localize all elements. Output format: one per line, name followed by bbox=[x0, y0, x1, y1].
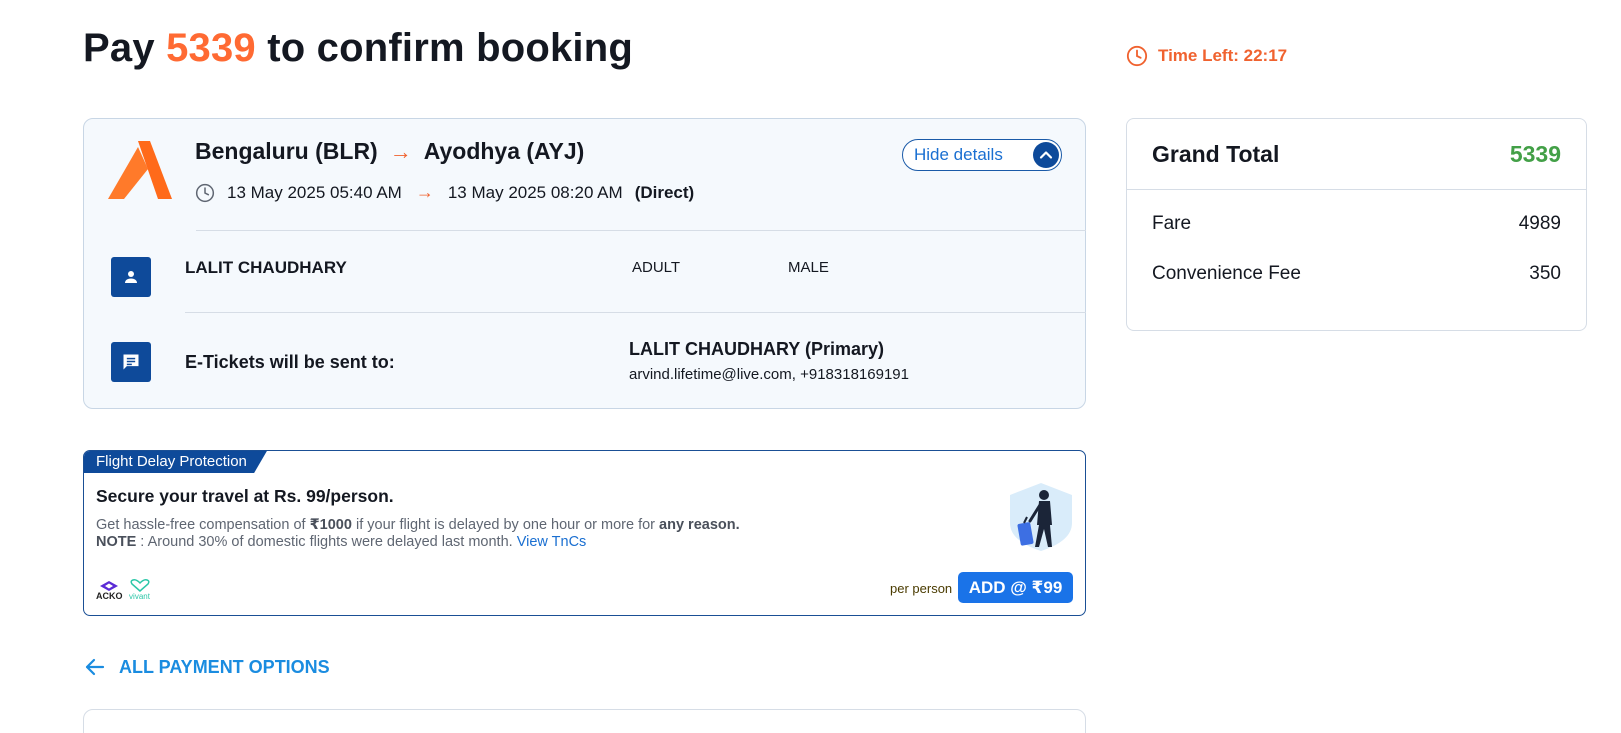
divider bbox=[185, 312, 1086, 313]
destination-city: Ayodhya (AYJ) bbox=[423, 138, 585, 164]
acko-logo-text: ACKO bbox=[96, 591, 123, 601]
time-left: Time Left: 22:17 bbox=[1126, 45, 1287, 67]
title-amount: 5339 bbox=[166, 26, 256, 70]
traveler-illustration-icon bbox=[1010, 483, 1072, 551]
fdp-headline: Secure your travel at Rs. 99/person. bbox=[96, 486, 394, 506]
vivant-logo-icon: vivant bbox=[129, 579, 151, 601]
time-left-label: Time Left: 22:17 bbox=[1158, 46, 1288, 65]
chevron-up-icon bbox=[1033, 142, 1059, 168]
person-icon bbox=[111, 257, 151, 297]
fdp-note-label: NOTE bbox=[96, 534, 137, 550]
fdp-description: Get hassle-free compensation of ₹1000 if… bbox=[96, 517, 740, 551]
partner-logos: ACKO vivant bbox=[96, 579, 151, 601]
title-suffix: to confirm booking bbox=[255, 26, 633, 70]
arrival-time: 13 May 2025 08:20 AM bbox=[447, 182, 623, 202]
all-payment-options-label: ALL PAYMENT OPTIONS bbox=[119, 656, 330, 677]
page-title: Pay 5339 to confirm booking bbox=[83, 26, 633, 71]
flight-route: Bengaluru (BLR) → Ayodhya (AYJ) bbox=[195, 138, 584, 165]
fare-value: 4989 bbox=[1518, 213, 1561, 234]
convenience-fee-row: Convenience Fee 350 bbox=[1152, 263, 1561, 285]
fdp-desc-reason: any reason. bbox=[659, 517, 740, 533]
flight-delay-protection-card: Flight Delay Protection Secure your trav… bbox=[83, 450, 1086, 616]
passenger-gender: MALE bbox=[788, 259, 829, 276]
clock-icon bbox=[195, 183, 215, 202]
hide-details-button[interactable]: Hide details bbox=[902, 139, 1062, 171]
message-icon bbox=[111, 342, 151, 382]
convenience-fee-value: 350 bbox=[1529, 263, 1561, 284]
flight-timing: 13 May 2025 05:40 AM → 13 May 2025 08:20… bbox=[195, 182, 694, 203]
arrow-left-icon bbox=[85, 658, 105, 676]
vivant-logo-text: vivant bbox=[129, 592, 150, 601]
title-prefix: Pay bbox=[83, 26, 167, 70]
add-delay-protection-button[interactable]: ADD @ ₹99 bbox=[958, 572, 1073, 603]
fdp-note-text: : Around 30% of domestic flights were de… bbox=[136, 534, 517, 550]
airline-logo-icon bbox=[108, 141, 172, 199]
passenger-type: ADULT bbox=[632, 259, 681, 276]
fdp-desc-text: Get hassle-free compensation of bbox=[96, 517, 310, 533]
fdp-desc-amount: ₹1000 bbox=[309, 517, 352, 533]
contact-info: arvind.lifetime@live.com, +918318169191 bbox=[629, 366, 909, 383]
payment-options-card bbox=[83, 709, 1086, 733]
divider bbox=[1127, 189, 1586, 190]
route-arrow-icon: → bbox=[389, 138, 412, 164]
stops-label: (Direct) bbox=[634, 182, 695, 202]
hide-details-label: Hide details bbox=[914, 145, 1003, 164]
timing-arrow-icon: → bbox=[415, 182, 434, 202]
grand-total-label: Grand Total bbox=[1152, 141, 1280, 167]
convenience-fee-label: Convenience Fee bbox=[1152, 263, 1301, 284]
contact-name: LALIT CHAUDHARY (Primary) bbox=[629, 339, 885, 359]
all-payment-options-link[interactable]: ALL PAYMENT OPTIONS bbox=[83, 655, 330, 679]
flight-details-card: Bengaluru (BLR) → Ayodhya (AYJ) 13 May 2… bbox=[83, 118, 1086, 409]
fdp-tag: Flight Delay Protection bbox=[84, 451, 267, 473]
acko-logo-icon: ACKO bbox=[96, 580, 123, 601]
departure-time: 13 May 2025 05:40 AM bbox=[227, 182, 402, 202]
eticket-label: E-Tickets will be sent to: bbox=[185, 352, 395, 372]
passenger-name: LALIT CHAUDHARY bbox=[185, 258, 347, 277]
fare-summary-card: Grand Total 5339 Fare 4989 Convenience F… bbox=[1126, 118, 1587, 331]
fare-row: Fare 4989 bbox=[1152, 213, 1561, 235]
per-person-label: per person bbox=[890, 581, 953, 596]
origin-city: Bengaluru (BLR) bbox=[195, 138, 378, 164]
view-tncs-link[interactable]: View TnCs bbox=[517, 534, 587, 550]
fare-label: Fare bbox=[1152, 213, 1192, 234]
clock-icon bbox=[1126, 45, 1148, 67]
divider bbox=[196, 230, 1086, 231]
grand-total-value: 5339 bbox=[1509, 141, 1561, 167]
fdp-desc-text: if your flight is delayed by one hour or… bbox=[351, 517, 660, 533]
